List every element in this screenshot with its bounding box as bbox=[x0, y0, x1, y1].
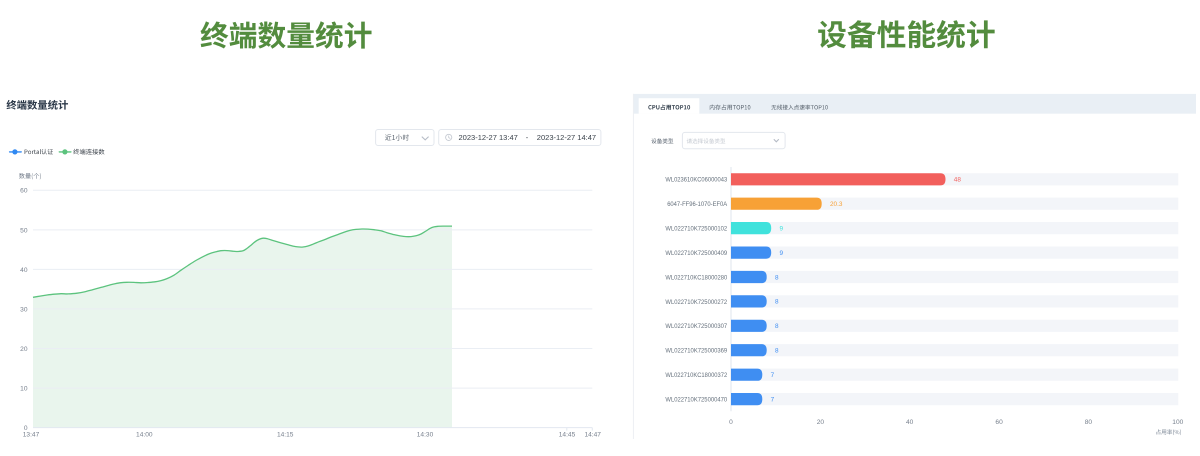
svg-text:30: 30 bbox=[20, 306, 28, 313]
svg-text:8: 8 bbox=[775, 274, 779, 281]
svg-text:20: 20 bbox=[20, 346, 28, 353]
svg-text:40: 40 bbox=[20, 267, 28, 274]
svg-text:8: 8 bbox=[775, 299, 779, 306]
svg-text:WL022710K725000102: WL022710K725000102 bbox=[665, 226, 727, 233]
svg-text:14:45: 14:45 bbox=[559, 432, 576, 439]
svg-text:WL022710K725000369: WL022710K725000369 bbox=[665, 348, 727, 355]
svg-text:14:00: 14:00 bbox=[136, 432, 153, 439]
svg-text:WL022710K725000409: WL022710K725000409 bbox=[665, 250, 727, 257]
svg-text:20.3: 20.3 bbox=[830, 201, 843, 208]
svg-text:7: 7 bbox=[771, 372, 775, 379]
svg-text:10: 10 bbox=[20, 385, 28, 392]
svg-text:2023-12-27 13:47: 2023-12-27 13:47 bbox=[459, 133, 518, 142]
svg-text:2023-12-27 14:47: 2023-12-27 14:47 bbox=[537, 133, 596, 142]
svg-text:WL022710KC18000372: WL022710KC18000372 bbox=[665, 372, 727, 379]
svg-text:0: 0 bbox=[729, 419, 733, 426]
svg-text:WL023610KC06000043: WL023610KC06000043 bbox=[665, 177, 727, 184]
svg-text:WL022710K725000307: WL022710K725000307 bbox=[665, 323, 727, 330]
svg-text:80: 80 bbox=[1085, 419, 1093, 426]
svg-text:WL022710KC18000280: WL022710KC18000280 bbox=[665, 274, 727, 281]
svg-text:6047-FF96-1070-EF0A: 6047-FF96-1070-EF0A bbox=[667, 201, 727, 208]
svg-text:14:47: 14:47 bbox=[584, 432, 601, 439]
svg-text:WL022710K725000470: WL022710K725000470 bbox=[665, 397, 727, 404]
svg-text:100: 100 bbox=[1172, 419, 1183, 426]
svg-text:20: 20 bbox=[817, 419, 825, 426]
svg-text:14:15: 14:15 bbox=[277, 432, 294, 439]
svg-text:13:47: 13:47 bbox=[23, 432, 40, 439]
svg-text:WL022710K725000272: WL022710K725000272 bbox=[665, 299, 727, 306]
svg-text:60: 60 bbox=[995, 419, 1003, 426]
svg-text:40: 40 bbox=[906, 419, 914, 426]
svg-text:9: 9 bbox=[780, 250, 784, 257]
svg-text:50: 50 bbox=[20, 227, 28, 234]
svg-text:14:30: 14:30 bbox=[417, 432, 434, 439]
svg-text:48: 48 bbox=[954, 177, 962, 184]
svg-text:8: 8 bbox=[775, 323, 779, 330]
svg-text:8: 8 bbox=[775, 348, 779, 355]
svg-text:60: 60 bbox=[20, 188, 28, 195]
svg-text:7: 7 bbox=[771, 396, 775, 403]
svg-text:9: 9 bbox=[780, 225, 784, 232]
